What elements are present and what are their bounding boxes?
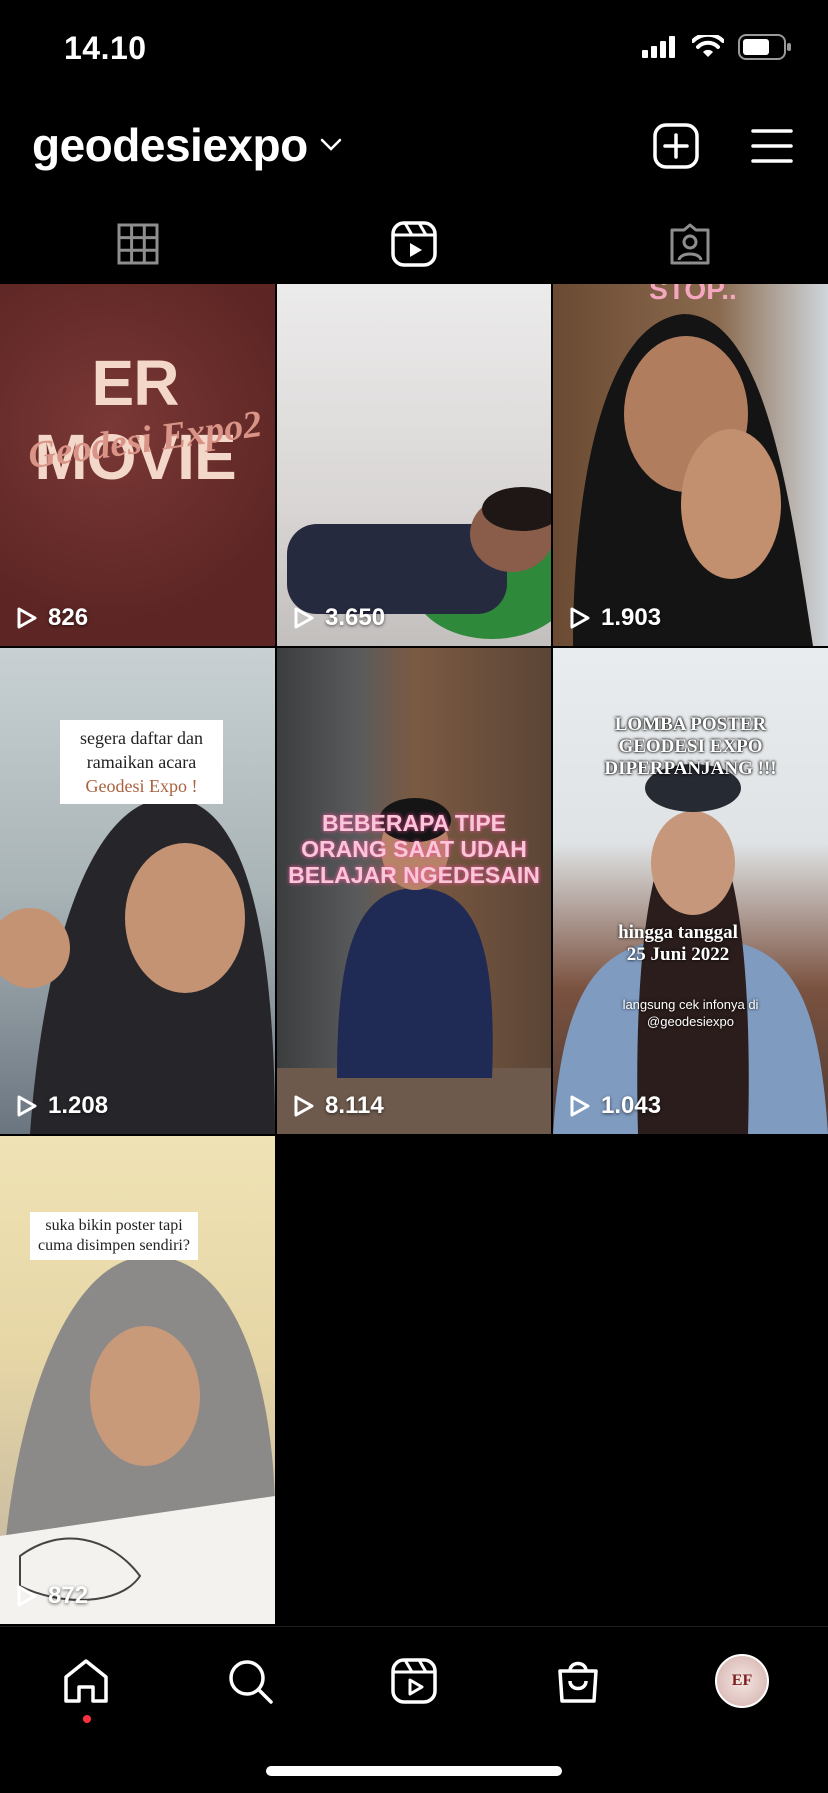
avatar: EF bbox=[715, 1654, 769, 1708]
home-indicator[interactable] bbox=[266, 1766, 562, 1776]
nav-home[interactable] bbox=[54, 1649, 118, 1723]
play-icon bbox=[294, 1095, 314, 1117]
reel-tile[interactable]: STOP.. 1.903 bbox=[553, 284, 828, 646]
play-count: 1.208 bbox=[16, 1092, 108, 1120]
play-icon bbox=[17, 607, 37, 629]
signal-icon bbox=[642, 36, 675, 58]
reel-date-box: hingga tanggal 25 Juni 2022 bbox=[553, 922, 803, 966]
reel-caption-box: LOMBA POSTER GEODESI EXPO DIPERPANJANG !… bbox=[553, 714, 828, 780]
reel-thumbnail bbox=[573, 314, 813, 646]
play-icon bbox=[294, 607, 314, 629]
play-count: 872 bbox=[16, 1582, 88, 1610]
tab-tagged[interactable] bbox=[552, 214, 828, 274]
play-count-value: 8.114 bbox=[325, 1092, 384, 1119]
menu-icon bbox=[751, 129, 793, 163]
account-switcher[interactable]: geodesiexpo bbox=[32, 118, 342, 172]
play-count: 8.114 bbox=[293, 1092, 384, 1120]
create-button[interactable] bbox=[652, 122, 700, 170]
reel-tile[interactable]: LOMBA POSTER GEODESI EXPO DIPERPANJANG !… bbox=[553, 648, 828, 1134]
reel-tile[interactable]: BEBERAPA TIPE ORANG SAAT UDAH BELAJAR NG… bbox=[277, 648, 551, 1134]
caption-line: DIPERPANJANG !!! bbox=[604, 758, 777, 779]
caption-line: BEBERAPA TIPE bbox=[321, 810, 507, 836]
shopping-bag-icon bbox=[558, 1661, 598, 1703]
play-count-value: 826 bbox=[48, 604, 89, 631]
nav-profile[interactable]: EF bbox=[710, 1649, 774, 1713]
reel-tile[interactable]: segera daftar dan ramaikan acara Geodesi… bbox=[0, 648, 275, 1134]
reel-tile[interactable]: 3.650 bbox=[277, 284, 551, 646]
play-count: 826 bbox=[16, 604, 88, 632]
search-icon bbox=[229, 1660, 273, 1704]
reel-info-box: langsung cek infonya di @geodesiexpo bbox=[553, 996, 828, 1030]
reels-icon bbox=[391, 1658, 437, 1704]
battery-icon bbox=[738, 34, 791, 60]
grid-icon bbox=[117, 223, 159, 265]
caption-line: GEODESI EXPO bbox=[618, 736, 763, 757]
chevron-down-icon bbox=[320, 138, 341, 151]
caption-line: hingga tanggal bbox=[618, 922, 738, 943]
nav-search[interactable] bbox=[218, 1649, 282, 1713]
wifi-icon bbox=[692, 35, 724, 57]
reel-tile[interactable]: suka bikin poster tapi cuma disimpen sen… bbox=[0, 1136, 275, 1624]
play-count-value: 1.043 bbox=[601, 1092, 662, 1119]
caption-line: 25 Juni 2022 bbox=[626, 944, 730, 965]
caption-line: ramaikan acara bbox=[86, 752, 197, 772]
nav-shop[interactable] bbox=[546, 1649, 610, 1713]
caption-line: Geodesi Expo ! bbox=[85, 776, 198, 796]
caption-line: suka bikin poster tapi bbox=[45, 1217, 183, 1234]
username: geodesiexpo bbox=[32, 119, 308, 171]
play-icon bbox=[17, 1585, 37, 1607]
tagged-icon bbox=[670, 223, 710, 265]
caption-line: segera daftar dan bbox=[80, 728, 203, 748]
menu-button[interactable] bbox=[748, 122, 796, 170]
reel-thumbnail bbox=[277, 798, 551, 1134]
tab-reels[interactable] bbox=[276, 214, 552, 274]
play-count: 1.043 bbox=[569, 1092, 661, 1120]
caption-line: BELAJAR NGEDESAIN bbox=[288, 862, 540, 888]
tab-posts[interactable] bbox=[0, 214, 276, 274]
status-time: 14.10 bbox=[64, 30, 147, 66]
reel-caption-box: segera daftar dan ramaikan acara Geodesi… bbox=[60, 720, 223, 804]
status-icons bbox=[642, 34, 792, 60]
caption-line: @geodesiexpo bbox=[647, 1014, 734, 1029]
play-icon bbox=[17, 1095, 37, 1117]
caption-line: langsung cek infonya di bbox=[622, 997, 759, 1012]
reel-tile[interactable]: ER MOVIE Geodesi Expo2 826 bbox=[0, 284, 275, 646]
notification-dot bbox=[83, 1715, 91, 1723]
play-count: 3.650 bbox=[293, 604, 385, 632]
caption-line: ORANG SAAT UDAH bbox=[301, 836, 527, 862]
reel-caption-box: BEBERAPA TIPE ORANG SAAT UDAH BELAJAR NG… bbox=[277, 810, 551, 888]
play-icon bbox=[570, 607, 590, 629]
caption-line: LOMBA POSTER bbox=[614, 714, 767, 735]
reel-caption: STOP.. bbox=[649, 284, 737, 305]
play-count-value: 1.208 bbox=[48, 1092, 109, 1119]
nav-reels[interactable] bbox=[382, 1649, 446, 1713]
reel-thumbnail bbox=[287, 487, 551, 639]
play-count-value: 3.650 bbox=[325, 604, 386, 631]
play-count-value: 1.903 bbox=[601, 604, 662, 631]
reel-caption-box: suka bikin poster tapi cuma disimpen sen… bbox=[30, 1212, 198, 1260]
plus-square-icon bbox=[653, 123, 699, 169]
home-icon bbox=[64, 1659, 108, 1703]
avatar-badge: EF bbox=[731, 1672, 753, 1689]
reel-thumbnail bbox=[0, 1256, 275, 1624]
play-count: 1.903 bbox=[569, 604, 661, 632]
caption-line: cuma disimpen sendiri? bbox=[38, 1237, 190, 1254]
play-icon bbox=[570, 1095, 590, 1117]
play-count-value: 872 bbox=[48, 1582, 89, 1609]
reels-icon bbox=[391, 221, 437, 267]
